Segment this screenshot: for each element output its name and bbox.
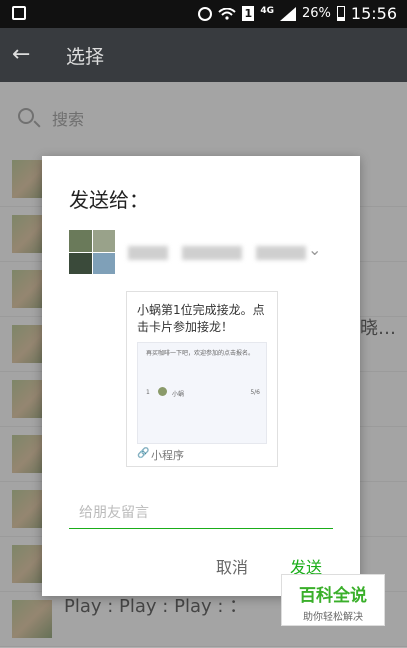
status-icons: 1 4G 26% 15:56	[198, 4, 397, 23]
alarm-icon	[198, 6, 213, 21]
message-field[interactable]: 给朋友留言	[69, 492, 333, 529]
image-notification-icon	[12, 6, 26, 20]
network-type: 4G	[260, 5, 274, 16]
message-placeholder: 给朋友留言	[79, 505, 149, 521]
watermark-logo: 百科全说 助你轻松解决	[281, 574, 385, 626]
wifi-icon	[218, 7, 236, 20]
battery-percent: 26%	[301, 6, 331, 21]
preview-avatar	[158, 387, 167, 396]
cancel-button[interactable]: 取消	[216, 554, 248, 578]
preview-date: 5/6	[250, 389, 260, 396]
card-title: 小蜗第1位完成接龙。点击卡片参加接龙！	[137, 303, 265, 334]
card-preview-image: 再买咖啡一下吧，欢迎参加的点击报名。 1 小蜗 5/6	[137, 342, 267, 444]
preview-name: 小蜗	[172, 391, 185, 398]
watermark-sub-text: 助你轻松解决	[303, 612, 363, 623]
recipient-name-blurred	[128, 244, 318, 262]
page-title: 选择	[66, 46, 105, 68]
recipient-avatar	[69, 230, 115, 274]
signal-icon	[279, 6, 296, 21]
mini-program-icon: 🔗	[137, 448, 150, 459]
back-arrow-icon[interactable]: ←	[12, 42, 30, 67]
send-dialog: 发送给： ⌄ 小蜗第1位完成接龙。点击卡片参加接龙！ 再买咖啡一下吧，欢迎参加的…	[42, 156, 360, 596]
chevron-down-icon[interactable]: ⌄	[308, 240, 321, 259]
preview-text: 再买咖啡一下吧，欢迎参加的点击报名。	[146, 350, 255, 357]
status-bar: 1 4G 26% 15:56	[0, 0, 407, 28]
mini-program-card: 小蜗第1位完成接龙。点击卡片参加接龙！ 再买咖啡一下吧，欢迎参加的点击报名。 1…	[126, 291, 278, 467]
mini-program-label: 小程序	[151, 449, 184, 462]
top-bar: ← 选择	[0, 28, 407, 82]
preview-number: 1	[146, 389, 150, 396]
watermark-main-text: 百科全说	[299, 586, 367, 606]
dialog-title: 发送给：	[69, 188, 149, 212]
battery-icon	[336, 6, 345, 21]
sim-icon: 1	[242, 6, 255, 21]
clock: 15:56	[350, 4, 397, 23]
